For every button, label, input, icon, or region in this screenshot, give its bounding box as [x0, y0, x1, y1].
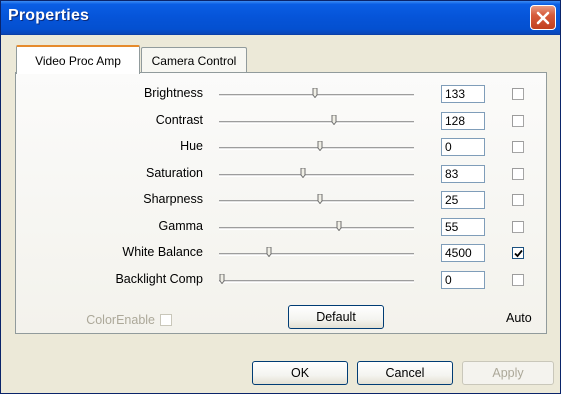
auto-column-label: Auto: [506, 311, 532, 325]
cancel-button-label: Cancel: [385, 366, 425, 380]
brightness-label: Brightness: [143, 86, 203, 100]
gamma-value-field[interactable]: 55: [441, 218, 485, 236]
contrast-slider-track[interactable]: [219, 121, 414, 124]
white-balance-auto-checkbox[interactable]: [512, 247, 524, 259]
color-enable-checkbox[interactable]: [160, 314, 172, 326]
properties-dialog: Properties Video Proc Amp Camera Control…: [0, 0, 561, 394]
backlight-comp-value-field[interactable]: 0: [441, 271, 485, 289]
backlight-comp-slider-track[interactable]: [219, 280, 414, 283]
ok-button[interactable]: OK: [252, 361, 348, 385]
brightness-auto-checkbox[interactable]: [512, 88, 524, 100]
contrast-slider-thumb[interactable]: [331, 115, 337, 125]
saturation-slider-thumb[interactable]: [300, 168, 306, 178]
hue-label: Hue: [180, 139, 203, 153]
gamma-auto-checkbox[interactable]: [512, 221, 524, 233]
hue-auto-checkbox[interactable]: [512, 141, 524, 153]
sharpness-slider-thumb[interactable]: [317, 194, 323, 204]
color-enable-label: ColorEnable: [86, 313, 155, 327]
sharpness-value-field[interactable]: 25: [441, 191, 485, 209]
tab-label: Camera Control: [151, 53, 237, 68]
white-balance-label: White Balance: [122, 245, 203, 259]
hue-value-field[interactable]: 0: [441, 138, 485, 156]
hue-slider-thumb[interactable]: [317, 141, 323, 151]
default-button[interactable]: Default: [288, 305, 384, 329]
saturation-slider-track[interactable]: [219, 174, 414, 177]
white-balance-slider-thumb[interactable]: [266, 247, 272, 257]
apply-button-label: Apply: [492, 366, 524, 380]
brightness-value-field[interactable]: 133: [441, 85, 485, 103]
close-icon: [536, 11, 550, 24]
contrast-value-field[interactable]: 128: [441, 112, 485, 130]
close-button[interactable]: [530, 5, 556, 30]
apply-button[interactable]: Apply: [462, 361, 554, 385]
default-button-label: Default: [316, 310, 356, 324]
contrast-label: Contrast: [155, 113, 203, 127]
title-bar[interactable]: Properties: [1, 1, 560, 35]
contrast-auto-checkbox[interactable]: [512, 115, 524, 127]
backlight-comp-label: Backlight Comp: [115, 272, 203, 286]
saturation-value-field[interactable]: 83: [441, 165, 485, 183]
white-balance-value-field[interactable]: 4500: [441, 244, 485, 262]
backlight-comp-slider-thumb[interactable]: [219, 274, 225, 284]
ok-button-label: OK: [290, 366, 310, 380]
white-balance-slider-track[interactable]: [219, 253, 414, 256]
saturation-auto-checkbox[interactable]: [512, 168, 524, 180]
tab-label: Video Proc Amp: [35, 53, 121, 68]
tab-camera-control[interactable]: Camera Control: [141, 47, 247, 73]
gamma-slider-thumb[interactable]: [336, 221, 342, 231]
saturation-label: Saturation: [146, 166, 203, 180]
sharpness-auto-checkbox[interactable]: [512, 194, 524, 206]
gamma-label: Gamma: [158, 219, 203, 233]
checkmark-icon: [514, 249, 523, 258]
cancel-button[interactable]: Cancel: [357, 361, 453, 385]
tab-video-proc-amp[interactable]: Video Proc Amp: [16, 45, 140, 74]
sharpness-label: Sharpness: [143, 192, 203, 206]
gamma-slider-track[interactable]: [219, 227, 414, 230]
window-title: Properties: [8, 7, 90, 24]
brightness-slider-thumb[interactable]: [312, 88, 318, 98]
backlight-comp-auto-checkbox[interactable]: [512, 274, 524, 286]
